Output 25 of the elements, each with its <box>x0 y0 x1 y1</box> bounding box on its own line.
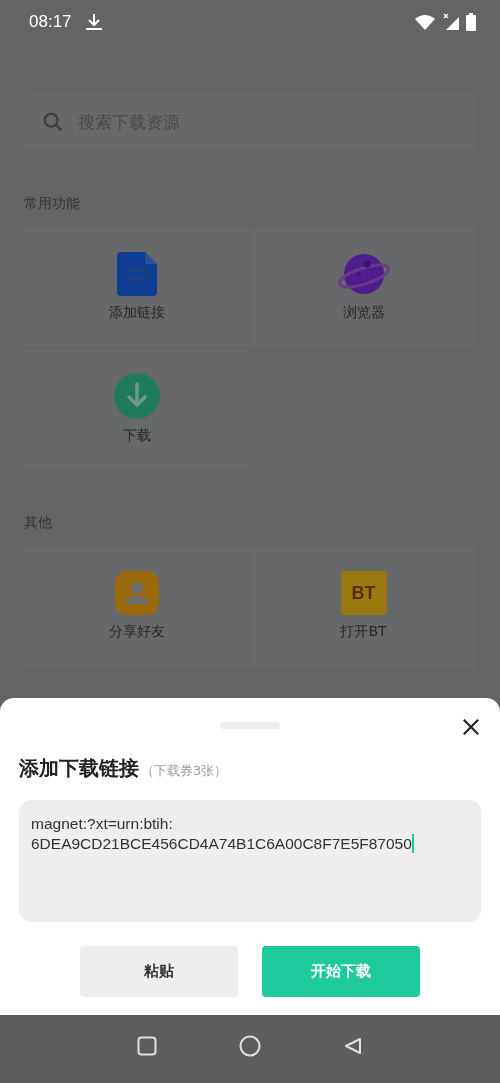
status-time: 08:17 <box>29 12 72 32</box>
paste-button[interactable]: 粘贴 <box>80 946 238 997</box>
folder-icon: BT <box>340 571 387 615</box>
input-field[interactable]: magnet:?xt=urn:btih: 6DEA9CD21BCE456CD4A74B1C6A00C8F7E5F87050 <box>19 800 481 922</box>
download-icon <box>83 12 104 32</box>
download-circle-icon <box>113 373 160 419</box>
wifi-icon <box>414 14 436 30</box>
ticket-count: （下载券3张） <box>141 762 228 780</box>
recents-icon[interactable] <box>137 1036 157 1056</box>
close-button[interactable] <box>460 716 482 738</box>
person-icon <box>114 571 159 615</box>
search-icon <box>42 111 64 133</box>
sheet-title: 添加下载链接 <box>19 755 139 782</box>
feature-tile[interactable]: 下载 <box>24 349 249 469</box>
feature-tile[interactable]: BT 打开BT <box>251 546 476 666</box>
planet-icon <box>336 252 391 296</box>
home-icon[interactable] <box>239 1035 261 1057</box>
link-icon <box>114 252 159 296</box>
feature-tile[interactable]: 添加链接 <box>24 227 249 347</box>
feature-tile[interactable]: 分享好友 <box>24 546 249 666</box>
start-download-button[interactable]: 开始下载 <box>262 946 420 997</box>
back-icon[interactable] <box>343 1036 363 1056</box>
feature-tile[interactable]: 浏览器 <box>251 227 476 347</box>
battery-icon <box>466 13 476 31</box>
signal-icon <box>442 13 460 31</box>
